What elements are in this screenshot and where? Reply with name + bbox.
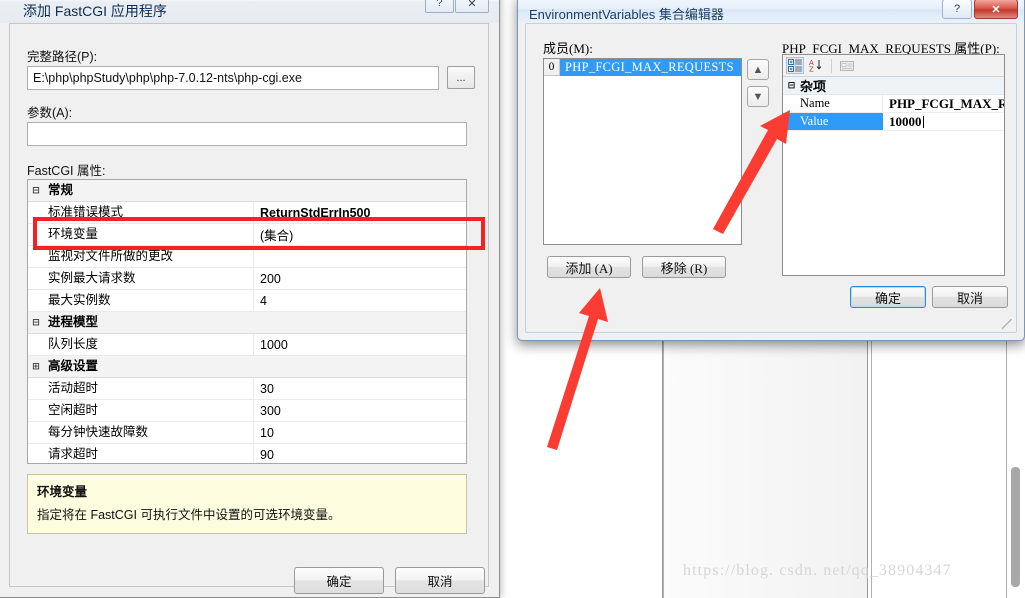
svg-text:Z: Z xyxy=(809,66,814,73)
watermark-text: https://blog. csdn. net/qq_38904347 xyxy=(683,562,952,579)
property-row[interactable]: Value 10000 xyxy=(783,113,1004,131)
property-name: 高级设置 xyxy=(48,359,99,373)
property-pages-icon[interactable] xyxy=(838,57,856,74)
property-name: 最大实例数 xyxy=(44,290,254,311)
property-row[interactable]: 活动超时 30 xyxy=(28,378,466,400)
property-name: 队列长度 xyxy=(44,334,254,355)
property-row[interactable]: 最大实例数 4 xyxy=(28,290,466,312)
property-value[interactable]: 90 xyxy=(254,448,274,462)
property-row[interactable]: 每分钟快速故障数 10 xyxy=(28,422,466,444)
text-caret xyxy=(922,115,924,128)
dialog2-body: 成员(M): 0 PHP_FCGI_MAX_REQUESTS ▲ ▼ 添加 (A)… xyxy=(525,23,1017,333)
member-property-grid[interactable]: A Z ⊟ 杂项 Name PHP_FCGI_MAX_ Value 10000 xyxy=(782,54,1005,276)
property-value[interactable]: PHP_FCGI_MAX_REQU xyxy=(883,95,1004,112)
dialog2-title: EnvironmentVariables 集合编辑器 xyxy=(529,7,724,22)
property-name: 监视对文件所做的更改 xyxy=(44,246,254,267)
property-row[interactable]: 监视对文件所做的更改 xyxy=(28,246,466,268)
toolbar-separator xyxy=(831,58,832,73)
arguments-input[interactable] xyxy=(27,122,467,146)
browse-button[interactable]: ... xyxy=(447,66,475,89)
add-fastcgi-application-dialog: 添加 FastCGI 应用程序 ? ✕ 完整路径(P): E:\php\phpS… xyxy=(0,0,500,598)
resize-grip[interactable] xyxy=(1002,319,1012,329)
property-row[interactable]: 实例最大请求数 200 xyxy=(28,268,466,290)
property-value[interactable]: 200 xyxy=(254,272,281,286)
property-name: 进程模型 xyxy=(48,315,99,329)
property-name: Value xyxy=(783,113,883,130)
property-row[interactable]: 标准错误模式 ReturnStdErrIn500 xyxy=(28,202,466,224)
property-name: Name xyxy=(783,95,883,112)
dialog2-titlebar[interactable]: EnvironmentVariables 集合编辑器 ? ✕ xyxy=(518,0,1024,23)
category-label: 杂项 xyxy=(800,79,827,94)
fastcgi-property-grid[interactable]: ⊟ 常规 标准错误模式 ReturnStdErrIn500 环境变量 (集合) 监视对文件所… xyxy=(27,179,467,464)
alphabetical-sort-icon[interactable]: A Z xyxy=(807,57,825,74)
property-value[interactable]: ReturnStdErrIn500 xyxy=(254,206,370,220)
property-name: 实例最大请求数 xyxy=(44,268,254,289)
add-button-label: 添加 (A) xyxy=(565,260,613,276)
property-category-row[interactable]: ⊟ 杂项 xyxy=(783,77,1004,95)
property-category-row[interactable]: ⊟ 常规 xyxy=(28,180,466,202)
property-name: 活动超时 xyxy=(44,378,254,399)
property-value[interactable]: 1000 xyxy=(254,338,288,352)
dialog1-cancel-button[interactable]: 取消 xyxy=(395,567,485,594)
dialog2-ok-button[interactable]: 确定 xyxy=(850,286,926,308)
expander-icon[interactable]: ⊟ xyxy=(28,318,44,328)
property-row[interactable]: 空闲超时 300 xyxy=(28,400,466,422)
property-name: 常规 xyxy=(48,183,74,197)
property-name: 标准错误模式 xyxy=(44,202,254,223)
dialog1-titlebar[interactable]: 添加 FastCGI 应用程序 ? ✕ xyxy=(0,0,499,23)
close-icon[interactable]: ✕ xyxy=(455,0,489,13)
screen: https://blog. csdn. net/qq_38904347 添加 F… xyxy=(0,0,1025,598)
property-row[interactable]: 请求超时 90 xyxy=(28,444,466,463)
property-value[interactable]: 30 xyxy=(254,382,274,396)
property-row[interactable]: 队列长度 1000 xyxy=(28,334,466,356)
property-category-row[interactable]: ⊞ 高级设置 xyxy=(28,356,466,378)
full-path-input[interactable]: E:\php\phpStudy\php\php-7.0.12-nts\php-c… xyxy=(27,66,439,90)
expander-icon[interactable]: ⊞ xyxy=(28,362,44,372)
property-grid-toolbar: A Z xyxy=(783,55,1004,77)
property-category-row[interactable]: ⊟ 进程模型 xyxy=(28,312,466,334)
members-label: 成员(M): xyxy=(543,41,593,56)
property-name: 空闲超时 xyxy=(44,400,254,421)
property-value[interactable]: 4 xyxy=(254,294,267,308)
members-listbox[interactable]: 0 PHP_FCGI_MAX_REQUESTS xyxy=(543,58,742,245)
category-expander-icon[interactable]: ⊟ xyxy=(783,81,800,91)
property-value[interactable]: 10000 xyxy=(883,113,1004,130)
arguments-label: 参数(A): xyxy=(27,106,73,120)
dialog1-ok-button[interactable]: 确定 xyxy=(294,567,384,594)
dialog2-cancel-button[interactable]: 取消 xyxy=(932,286,1008,308)
move-down-button[interactable]: ▼ xyxy=(747,86,769,107)
remove-button-label: 移除 (R) xyxy=(660,260,708,276)
remove-button[interactable]: 移除 (R) xyxy=(642,256,726,278)
categorized-view-icon[interactable] xyxy=(786,57,804,74)
help-icon[interactable]: ? xyxy=(942,0,972,19)
description-title: 环境变量 xyxy=(37,485,88,499)
property-description-box: 环境变量 指定将在 FastCGI 可执行文件中设置的可选环境变量。 xyxy=(27,474,467,534)
environment-variables-collection-editor-dialog: EnvironmentVariables 集合编辑器 ? ✕ 成员(M): 0P… xyxy=(517,0,1025,341)
property-rows-container: NamePHP_FCGI_MAX_REQUValue10000 xyxy=(783,95,1004,131)
background-vertical-scrollbar-thumb[interactable] xyxy=(1011,467,1020,587)
property-value[interactable]: (集合) xyxy=(254,225,293,244)
expander-icon[interactable]: ⊟ xyxy=(28,186,44,196)
close-icon[interactable]: ✕ xyxy=(974,0,1018,19)
property-value[interactable]: 10 xyxy=(254,426,274,440)
description-text: 指定将在 FastCGI 可执行文件中设置的可选环境变量。 xyxy=(37,508,341,522)
property-row[interactable]: NamePHP_FCGI_MAX_REQU xyxy=(783,95,1004,113)
list-item[interactable]: 0 PHP_FCGI_MAX_REQUESTS xyxy=(544,59,741,76)
add-button[interactable]: 添加 (A) xyxy=(547,256,631,278)
list-item-index: 0 xyxy=(544,59,560,76)
full-path-label: 完整路径(P): xyxy=(27,50,98,64)
property-value[interactable]: 300 xyxy=(254,404,281,418)
property-name: 环境变量 xyxy=(44,224,254,245)
property-name: 请求超时 xyxy=(44,444,254,463)
property-name: 每分钟快速故障数 xyxy=(44,422,254,443)
dialog1-body: 完整路径(P): E:\php\phpStudy\php\php-7.0.12-… xyxy=(9,23,489,594)
dialog1-title: 添加 FastCGI 应用程序 xyxy=(23,3,167,19)
property-row[interactable]: 环境变量 (集合) xyxy=(28,224,466,246)
help-icon[interactable]: ? xyxy=(425,0,454,13)
move-up-button[interactable]: ▲ xyxy=(747,59,769,80)
list-item-label: PHP_FCGI_MAX_REQUESTS xyxy=(560,59,741,76)
fastcgi-properties-label: FastCGI 属性: xyxy=(27,164,106,178)
